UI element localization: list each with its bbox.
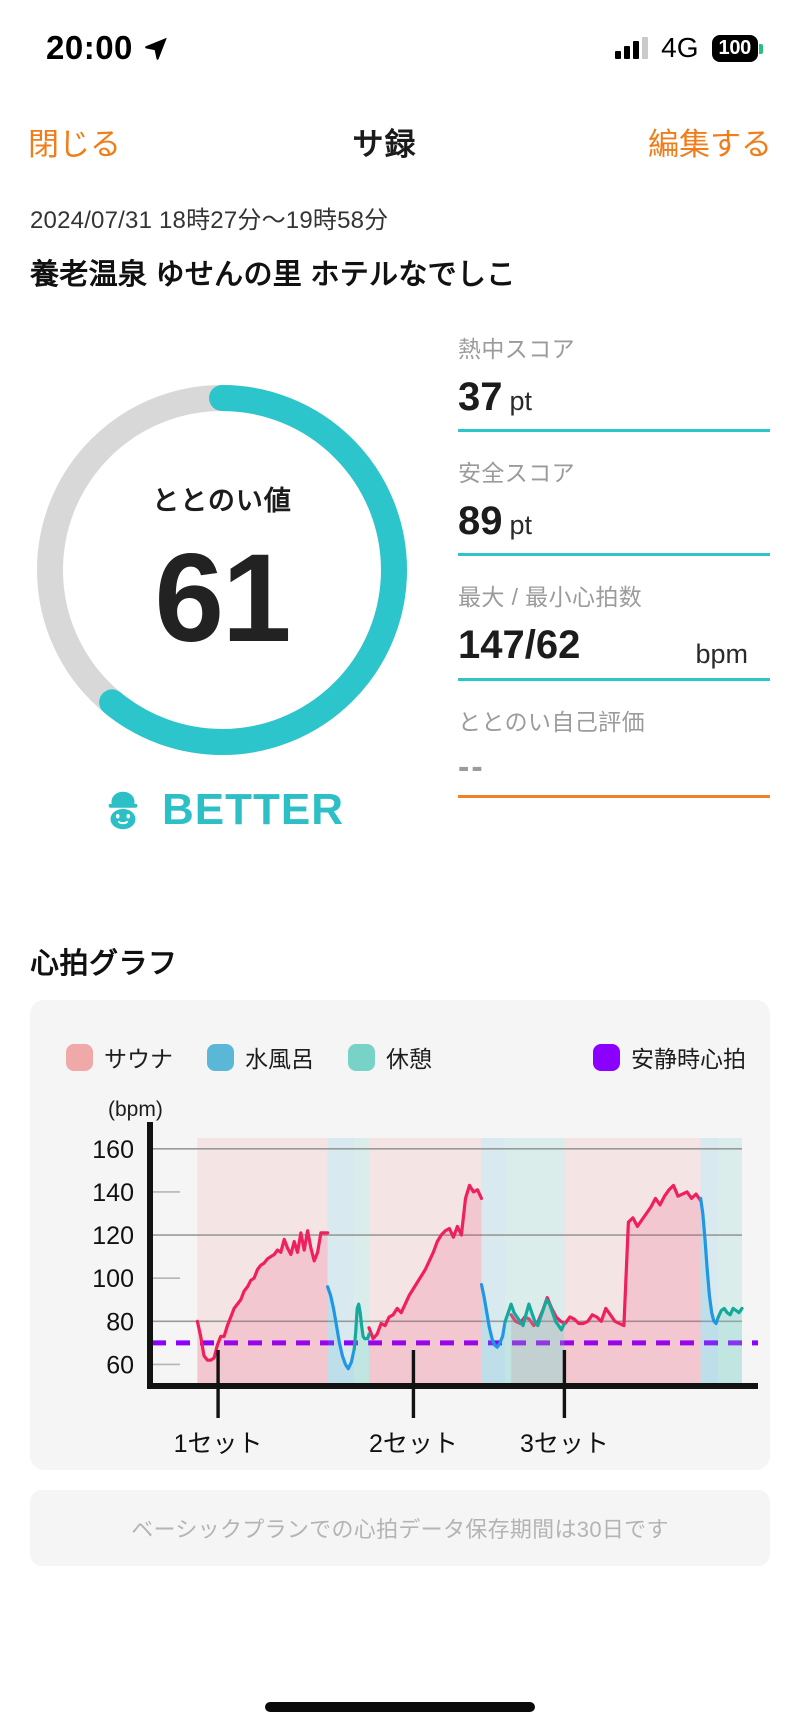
stat-value: 147/62 bpm xyxy=(458,622,770,669)
battery-indicator: 100 xyxy=(711,34,764,62)
date-range-label: 2024/07/31 18時27分〜19時58分 xyxy=(30,207,389,234)
stats-list: 熱中スコア 37 pt 安全スコア 89 pt 最大 / 最小心拍数 147/62 … xyxy=(458,330,770,820)
status-bar: 20:00 4G 100 xyxy=(0,0,800,96)
nav-bar: 閉じる サ録 編集する xyxy=(0,104,800,178)
legend-item-resting-hr: 安静時心拍 xyxy=(593,1040,746,1074)
stat-value: 89 pt xyxy=(458,498,770,545)
stat-label: ととのい自己評価 xyxy=(458,708,645,735)
stat-label: 熱中スコア xyxy=(458,336,575,362)
y-tick-label: 80 xyxy=(106,1308,134,1336)
stat-unit: bpm xyxy=(695,638,748,669)
summary-section: ととのい値 61 BETTER 熱中スコア 37 pt 安全スコア 89 pt 最大… xyxy=(0,330,800,930)
plan-retention-note: ベーシックプランでの心拍データ保存期間は30日です xyxy=(30,1490,770,1566)
close-button[interactable]: 閉じる xyxy=(28,119,121,164)
x-tick-label: 3セット xyxy=(520,1430,609,1458)
stat-row-safety-score: 安全スコア 89 pt xyxy=(458,454,770,557)
rating-label: BETTER xyxy=(162,785,344,834)
legend-label: 水風呂 xyxy=(245,1046,314,1072)
sauna-hat-face-icon xyxy=(108,791,138,830)
stat-row-heart-rate: 最大 / 最小心拍数 147/62 bpm xyxy=(458,578,770,681)
home-indicator xyxy=(265,1702,535,1712)
venue-name-label: 養老温泉 ゆせんの里 ホテルなでしこ xyxy=(30,259,516,291)
page-title: サ録 xyxy=(352,126,417,162)
edit-button[interactable]: 編集する xyxy=(648,119,772,164)
y-tick-label: 60 xyxy=(106,1351,134,1379)
y-tick-label: 120 xyxy=(92,1222,134,1250)
gauge-svg xyxy=(37,385,407,755)
stat-label: 安全スコア xyxy=(458,460,575,487)
totonoi-gauge: ととのい値 61 xyxy=(22,370,422,770)
stat-value: 37 pt xyxy=(458,374,770,421)
x-tick-label: 1セット xyxy=(174,1430,263,1458)
status-bar-left: 20:00 xyxy=(46,29,169,67)
status-time: 20:00 xyxy=(46,29,133,66)
chart-plot-area: (bpm) 160 140 120 100 80 60 1セット 2セット 3セット xyxy=(30,1086,770,1466)
stat-unit: pt xyxy=(509,510,533,541)
stat-label: 最大 / 最小心拍数 xyxy=(458,584,643,611)
cellular-signal-icon xyxy=(615,37,649,59)
legend-label: 安静時心拍 xyxy=(631,1046,746,1072)
y-tick-label: 100 xyxy=(92,1265,134,1293)
stat-number: 37 xyxy=(458,375,503,419)
chart-section-title: 心拍グラフ xyxy=(30,948,178,980)
rating-badge: BETTER xyxy=(22,785,422,835)
stat-number: 89 xyxy=(458,499,503,544)
x-tick-label: 2セット xyxy=(369,1430,458,1458)
legend-label: 休憩 xyxy=(386,1046,432,1072)
location-arrow-icon xyxy=(145,37,167,60)
stat-value: -- xyxy=(458,747,485,786)
y-axis-unit-label: (bpm) xyxy=(108,1098,163,1121)
record-header: 2024/07/31 18時27分〜19時58分 養老温泉 ゆせんの里 ホテルな… xyxy=(30,200,770,293)
series-area xyxy=(718,1308,742,1386)
stat-row-self-rating[interactable]: ととのい自己評価 -- xyxy=(458,703,770,799)
legend-swatch-sauna xyxy=(66,1043,93,1071)
y-tick-label: 160 xyxy=(92,1136,134,1164)
legend-swatch-rest xyxy=(348,1043,375,1071)
legend-swatch-cold-bath xyxy=(207,1043,234,1071)
y-tick-label: 140 xyxy=(92,1179,134,1207)
heart-rate-chart-card: サウナ 水風呂 休憩 安静時心拍 (bpm) 160 140 120 100 80 60 1セ… xyxy=(30,1000,770,1470)
legend-swatch-resting-hr xyxy=(593,1043,620,1071)
network-type-label: 4G xyxy=(661,32,699,63)
chart-legend: サウナ 水風呂 休憩 安静時心拍 xyxy=(66,1040,746,1074)
status-bar-right: 4G 100 xyxy=(615,32,764,64)
legend-label: サウナ xyxy=(104,1046,173,1072)
stat-number: 147/62 xyxy=(458,623,581,668)
legend-item-sauna: サウナ xyxy=(66,1040,173,1074)
legend-item-cold-bath: 水風呂 xyxy=(207,1040,314,1074)
chart-svg: (bpm) 160 140 120 100 80 60 1セット 2セット 3セット xyxy=(92,1098,758,1458)
stat-unit: pt xyxy=(509,386,533,416)
stat-row-heat-score: 熱中スコア 37 pt xyxy=(458,330,770,433)
legend-item-rest: 休憩 xyxy=(348,1040,432,1074)
